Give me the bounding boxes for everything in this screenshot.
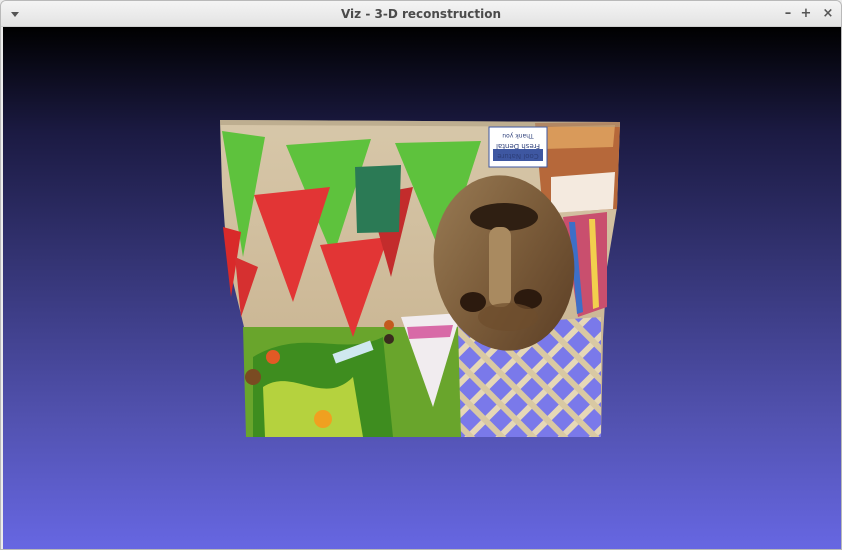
3d-viewport[interactable]: Cool Nature Fresh Dental Thank you xyxy=(3,27,841,550)
close-button[interactable]: × xyxy=(820,6,836,22)
app-window: Viz - 3-D reconstruction – + × Cool Natu… xyxy=(0,0,842,550)
title-bar[interactable]: Viz - 3-D reconstruction – + × xyxy=(1,1,841,27)
sign-card: Cool Nature Fresh Dental Thank you xyxy=(496,132,540,160)
maximize-button[interactable]: + xyxy=(798,6,814,22)
textured-mesh xyxy=(220,120,620,437)
minimize-button[interactable]: – xyxy=(780,6,796,22)
sign-line-3: Thank you xyxy=(502,132,535,139)
reconstruction-canvas[interactable]: Cool Nature Fresh Dental Thank you xyxy=(3,27,841,550)
sign-line-2: Fresh Dental xyxy=(496,142,540,150)
window-title: Viz - 3-D reconstruction xyxy=(340,7,502,21)
sign-line-1: Cool Nature xyxy=(497,152,538,160)
